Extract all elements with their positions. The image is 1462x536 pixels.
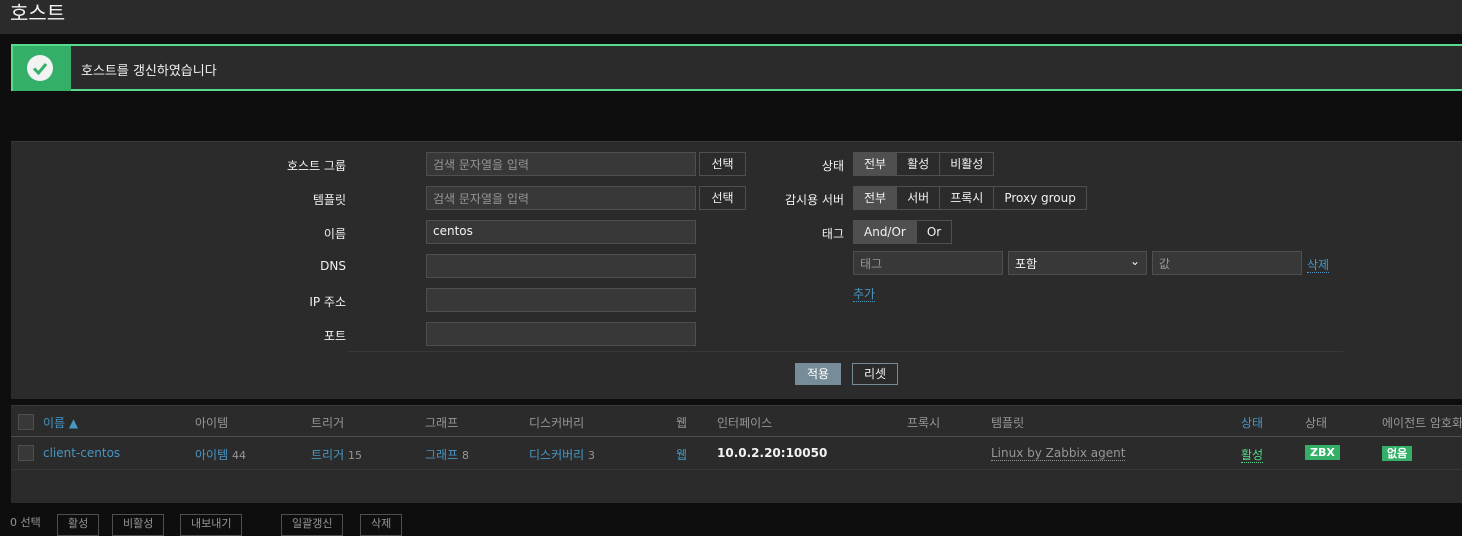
port-input[interactable] [426,322,696,346]
dns-label: DNS [320,259,346,273]
status-option-all[interactable]: 전부 [854,153,898,175]
name-input[interactable]: centos [426,220,696,244]
discovery-link[interactable]: 디스커버리 [529,448,584,462]
chevron-down-icon: ⌄ [1129,254,1140,268]
filter-panel: 호스트 그룹 검색 문자열을 입력 선택 템플릿 검색 문자열을 입력 선택 이… [11,141,1462,399]
host-name-link[interactable]: client-centos [43,446,120,460]
template-link[interactable]: Linux by Zabbix agent [991,446,1126,461]
host-group-placeholder: 검색 문자열을 입력 [433,158,529,172]
triggers-cell: 트리거 15 [311,446,362,463]
col-header-encryption: 에이전트 암호화 [1382,416,1462,430]
availability-badge: ZBX [1305,445,1340,460]
dns-input[interactable] [426,254,696,278]
col-header-items: 아이템 [195,416,229,430]
col-header-templates: 템플릿 [991,416,1025,430]
template-label: 템플릿 [312,193,346,207]
host-group-label: 호스트 그룹 [286,159,346,173]
monitored-option-server[interactable]: 서버 [897,187,941,209]
monitored-option-all[interactable]: 전부 [854,187,898,209]
selected-count: 0 선택 [10,516,41,529]
tag-value-input[interactable]: 값 [1152,251,1302,275]
ip-input[interactable] [426,288,696,312]
mass-enable-button[interactable]: 활성 [57,514,100,536]
tags-segmented: And/Or Or [853,220,953,244]
triggers-link[interactable]: 트리거 [311,448,344,462]
col-header-discovery: 디스커버리 [529,416,585,430]
port-label: 포트 [323,329,346,343]
tag-name-input[interactable]: 태그 [853,251,1003,275]
bottom-actions: 0 선택 활성 비활성 내보내기 일괄갱신 삭제 [0,508,1462,536]
monitored-by-label: 감시용 서버 [784,193,844,207]
col-header-graphs: 그래프 [425,416,459,430]
filter-divider [348,351,1343,352]
row-checkbox[interactable] [18,445,34,461]
tags-option-andor[interactable]: And/Or [854,221,917,243]
monitored-by-segmented: 전부 서버 프록시 Proxy group [853,186,1087,210]
tag-operator-select[interactable]: 포함 ⌄ [1008,251,1147,275]
ip-label: IP 주소 [309,295,346,309]
interface-value: 10.0.2.20:10050 [717,446,828,460]
monitored-option-proxy-group[interactable]: Proxy group [994,187,1086,209]
reset-button[interactable]: 리셋 [852,363,898,385]
page-header: 호스트 [0,0,1462,34]
col-header-proxy: 프록시 [907,416,941,430]
web-link[interactable]: 웹 [676,448,687,462]
tag-name-placeholder: 태그 [860,257,883,271]
mass-update-button[interactable]: 일괄갱신 [281,514,344,536]
items-count: 44 [231,449,246,462]
tags-option-or[interactable]: Or [917,221,951,243]
mass-delete-button[interactable]: 삭제 [360,514,403,536]
items-link[interactable]: 아이템 [195,448,228,462]
apply-button[interactable]: 적용 [795,363,841,385]
tag-remove-text: 삭제 [1307,258,1330,273]
check-circle-icon [27,55,53,81]
tag-add-text: 추가 [853,287,876,302]
col-header-web: 웹 [676,416,688,430]
graphs-link[interactable]: 그래프 [425,448,458,462]
success-message: 호스트를 갱신하였습니다 [11,44,1462,91]
status-label: 상태 [821,159,844,173]
template-input[interactable]: 검색 문자열을 입력 [426,186,696,210]
discovery-cell: 디스커버리 3 [529,446,595,463]
template-placeholder: 검색 문자열을 입력 [433,192,529,206]
tag-value-placeholder: 값 [1159,257,1171,271]
col-header-interface: 인터페이스 [717,416,773,430]
tag-remove-link[interactable]: 삭제 [1307,256,1330,273]
mass-disable-button[interactable]: 비활성 [112,514,165,536]
triggers-count: 15 [347,449,362,462]
col-header-status[interactable]: 상태 [1241,414,1263,431]
col-header-availability: 상태 [1305,416,1328,430]
tag-add-link[interactable]: 추가 [853,285,876,302]
encryption-badge: 없음 [1382,446,1413,461]
graphs-count: 8 [461,449,469,462]
message-icon-box [13,46,71,91]
table-row: client-centos 아이템 44 트리거 15 그래프 8 디스커버리 … [11,437,1462,469]
col-header-name[interactable]: 이름 ▲ [43,414,78,431]
discovery-count: 3 [588,449,596,462]
status-option-enabled[interactable]: 활성 [897,153,941,175]
page-title: 호스트 [10,1,66,25]
host-group-input[interactable]: 검색 문자열을 입력 [426,152,696,176]
status-option-disabled[interactable]: 비활성 [940,153,993,175]
name-label: 이름 [323,227,346,241]
tags-label: 태그 [821,227,844,241]
col-header-triggers: 트리거 [311,416,345,430]
message-text: 호스트를 갱신하였습니다 [81,64,217,79]
row-divider [11,469,1462,470]
hosts-table: 이름 ▲ 아이템 트리거 그래프 디스커버리 웹 인터페이스 프록시 템플릿 상… [11,405,1462,503]
monitored-option-proxy[interactable]: 프록시 [940,187,995,209]
tag-operator-value: 포함 [1015,257,1038,271]
graphs-cell: 그래프 8 [425,446,469,463]
export-button[interactable]: 내보내기 [180,514,243,536]
select-all-checkbox[interactable] [18,414,34,430]
items-cell: 아이템 44 [195,446,246,463]
status-link[interactable]: 활성 [1241,448,1264,463]
status-segmented: 전부 활성 비활성 [853,152,995,176]
